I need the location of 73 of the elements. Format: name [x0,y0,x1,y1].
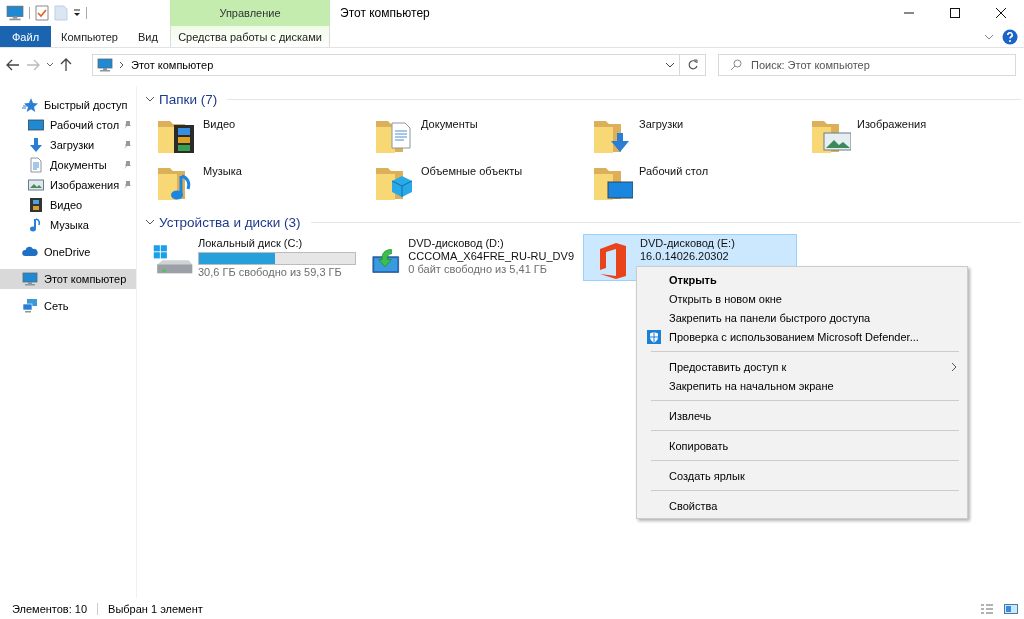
ribbon-tab[interactable]: Компьютер [51,26,128,47]
breadcrumb-separator-icon[interactable] [119,61,125,69]
sidebar-item[interactable]: Загрузки [0,135,136,155]
search-field[interactable]: Поиск: Этот компьютер [718,54,1016,76]
folder-tile[interactable]: Видео [157,111,375,158]
computer-icon [22,271,38,287]
pin-icon [122,120,132,130]
sidebar-item[interactable]: Видео [0,195,136,215]
maximize-icon[interactable] [950,8,960,18]
pin-icon [122,180,132,190]
sidebar-item[interactable]: OneDrive [0,242,136,262]
breadcrumb[interactable]: Этот компьютер [131,59,214,71]
selection-count: Выбран 1 элемент [108,602,203,615]
file-tab[interactable]: Файл [0,26,52,47]
sidebar-item[interactable]: Сеть [0,296,136,316]
sidebar-item[interactable]: Этот компьютер [0,269,136,289]
network-icon [22,298,38,314]
tiles-view-icon[interactable] [1004,602,1018,615]
computer-icon [97,57,113,73]
menu-item[interactable]: Копировать [639,436,965,455]
star-icon [22,97,38,113]
menu-item[interactable]: Предоставить доступ к [639,357,965,376]
menu-item[interactable]: Открыть в новом окне [639,289,965,308]
window-title: Этот компьютер [339,5,431,22]
close-icon[interactable] [996,8,1006,18]
refresh-icon[interactable] [686,59,699,71]
ribbon-tab[interactable]: Средства работы с дисками [170,26,330,47]
group-header[interactable]: Папки (7) [159,91,218,107]
checklist-icon[interactable] [35,5,49,21]
folder-tile[interactable]: Объемные объекты [375,158,593,205]
sidebar-item[interactable]: Музыка [0,215,136,235]
menu-item[interactable]: Создать ярлык [639,466,965,485]
menu-item[interactable]: Закрепить на панели быстрого доступа [639,308,965,327]
pin-icon [122,160,132,170]
drive-tile[interactable]: Локальный диск (C:) 30,6 ГБ свободно из 59,3 ГБ [147,234,361,281]
sidebar-item[interactable]: Документы [0,155,136,175]
address-field[interactable]: Этот компьютер [92,54,680,76]
expand-ribbon-icon[interactable] [984,32,994,41]
screen-icon [28,117,44,133]
menu-item[interactable]: Извлечь [639,406,965,425]
folder-tile[interactable]: Документы [375,111,593,158]
shield-icon [647,329,661,344]
contextual-tab-header: Управление [170,0,330,26]
menu-item[interactable]: Свойства [639,496,965,515]
ribbon-tab[interactable]: Вид [128,26,168,47]
film-icon [28,197,44,213]
item-count: Элементов: 10 [12,602,88,615]
back-arrow-icon[interactable] [6,59,20,71]
sidebar-item[interactable]: Быстрый доступ [0,95,136,115]
drive-tile[interactable]: DVD-дисковод (D:) CCCOMA_X64FRE_RU-RU_DV9 0 байт свободно из 5,41 ГБ [365,234,579,281]
search-icon [730,59,742,71]
computer-icon[interactable] [6,4,24,22]
download-arrow-icon [28,137,44,153]
sidebar-item[interactable]: Рабочий стол [0,115,136,135]
customize-dropdown-icon[interactable] [73,8,81,18]
refresh-button[interactable] [680,54,706,76]
dropdown-chevron-icon[interactable] [665,61,675,69]
folder-tile[interactable]: Изображения [811,111,1024,158]
recent-locations-icon[interactable] [46,62,54,68]
menu-item[interactable]: Закрепить на начальном экране [639,376,965,395]
pin-icon [122,140,132,150]
expanded-chevron-icon[interactable] [145,94,155,104]
group-header[interactable]: Устройства и диски (3) [159,214,301,230]
folder-tile[interactable]: Загрузки [593,111,811,158]
folder-tile[interactable]: Рабочий стол [593,158,811,205]
folder-tile[interactable]: Музыка [157,158,375,205]
document-icon [28,157,44,173]
expanded-chevron-icon[interactable] [145,217,155,227]
up-arrow-icon[interactable] [60,58,72,72]
sidebar-item[interactable]: Изображения [0,175,136,195]
menu-item[interactable]: Проверка с использованием Microsoft Defender... [639,327,965,346]
help-icon[interactable] [1002,28,1018,45]
image-icon [28,177,44,193]
